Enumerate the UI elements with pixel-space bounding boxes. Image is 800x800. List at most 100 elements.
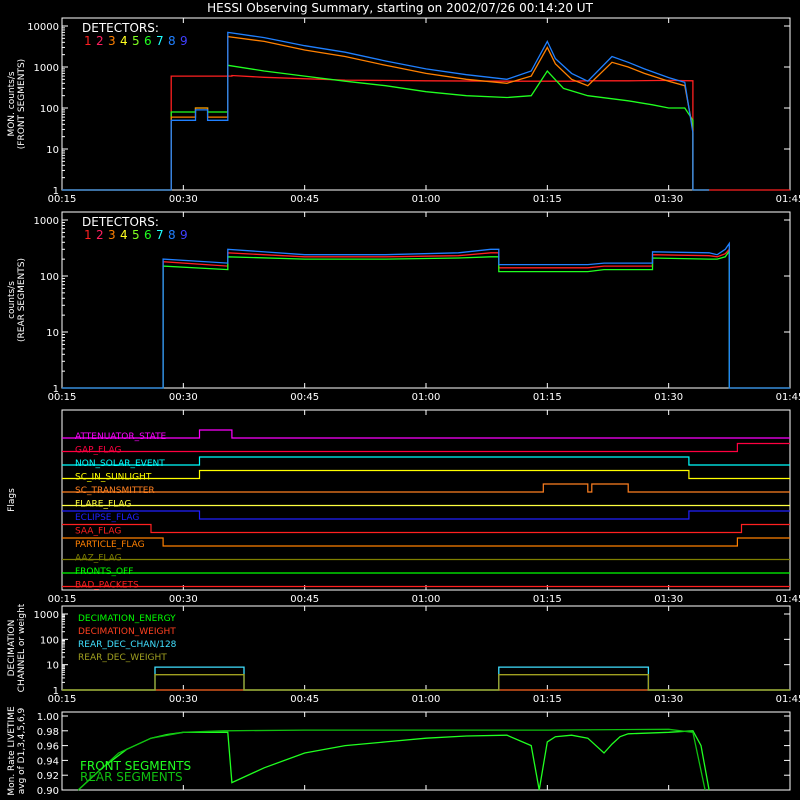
x-tick-label: 01:15 — [533, 194, 562, 205]
legend-entry-detector-7: 7 — [156, 34, 164, 48]
y-tick-label: 1000 — [34, 63, 59, 74]
series-line-6 — [62, 64, 710, 191]
legend-entry-detector-9: 9 — [180, 228, 188, 242]
hessi-summary-page: HESSI Observing Summary, starting on 200… — [0, 0, 800, 800]
x-tick-label: 01:15 — [533, 694, 562, 705]
x-tick-label: 01:00 — [412, 594, 441, 605]
y-axis-label: avg of D1,3,4,5,6,9 — [17, 707, 27, 794]
flag-line-sc-transmitter — [62, 483, 790, 493]
y-tick-label: 1 — [53, 686, 59, 697]
y-tick-label: 10 — [46, 328, 59, 339]
flag-label: GAP_FLAG — [75, 446, 121, 456]
flag-line-saa-flag — [62, 523, 790, 534]
x-tick-label: 01:30 — [654, 594, 683, 605]
legend-entry-rear-dec-weight: REAR_DEC_WEIGHT — [78, 653, 167, 663]
x-tick-label: 00:30 — [169, 594, 198, 605]
series-line-1 — [62, 247, 790, 389]
x-tick-label: 01:15 — [533, 594, 562, 605]
y-axis-label: counts/s — [7, 281, 17, 319]
y-axis-label: Mon. Rate LIVETIME — [7, 706, 17, 796]
flag-label: SAA_FLAG — [75, 527, 121, 537]
legend-entry-detector-5: 5 — [132, 228, 140, 242]
flag-label: BAD_PACKETS — [75, 581, 139, 591]
y-tick-label: 10 — [46, 661, 59, 672]
series-line-3 — [62, 35, 710, 191]
legend-entry-detector-9: 9 — [180, 34, 188, 48]
legend-entry-detector-1: 1 — [84, 34, 92, 48]
x-tick-label: 01:45 — [776, 392, 800, 403]
flag-label: ATTENUATOR_STATE — [75, 432, 167, 442]
flag-label: PARTICLE_FLAG — [75, 540, 145, 550]
x-tick-label: 01:00 — [412, 694, 441, 705]
x-tick-label: 01:00 — [412, 194, 441, 205]
x-tick-label: 01:15 — [533, 392, 562, 403]
legend-entry-detector-6: 6 — [144, 34, 152, 48]
x-tick-label: 01:45 — [776, 194, 800, 205]
flag-line-particle-flag — [62, 537, 790, 547]
y-axis-label: MON. counts/s — [7, 71, 17, 136]
flag-label: FRONTS_OFF — [75, 567, 133, 577]
x-tick-label: 00:45 — [290, 194, 319, 205]
flag-label: NON_SOLAR_EVENT — [75, 459, 165, 469]
flag-label: FLARE_FLAG — [75, 500, 131, 510]
x-tick-label: 00:30 — [169, 194, 198, 205]
chart-title: HESSI Observing Summary, starting on 200… — [207, 1, 593, 15]
y-axis-label: (REAR SEGMENTS) — [17, 258, 27, 342]
x-tick-label: 00:45 — [290, 392, 319, 403]
y-tick-label: 100 — [40, 104, 59, 115]
y-tick-label: 100 — [40, 635, 59, 646]
flag-label: SC_IN_SUNLIGHT — [75, 473, 152, 483]
flag-line-attenuator-state — [62, 429, 790, 439]
y-tick-label: 1 — [53, 384, 59, 395]
x-tick-label: 00:30 — [169, 392, 198, 403]
y-tick-label: 100 — [40, 272, 59, 283]
y-tick-label: 0.96 — [37, 742, 59, 753]
y-tick-label: 1 — [53, 186, 59, 197]
y-tick-label: 10000 — [27, 22, 59, 33]
legend-entry-detector-5: 5 — [132, 34, 140, 48]
y-tick-label: 0.90 — [37, 786, 59, 797]
legend-entry-detector-4: 4 — [120, 228, 128, 242]
y-tick-label: 1000 — [34, 216, 59, 227]
series-line-6 — [62, 248, 790, 389]
flag-label: SC_TRANSMITTER — [75, 486, 155, 496]
y-axis-label: Flags — [7, 488, 17, 512]
x-tick-label: 00:45 — [290, 694, 319, 705]
x-tick-label: 01:00 — [412, 392, 441, 403]
x-tick-label: 00:15 — [48, 594, 77, 605]
flag-line-gap-flag — [62, 442, 790, 453]
legend-entry-rear-segments: REAR SEGMENTS — [80, 770, 183, 784]
legend-entry-detector-4: 4 — [120, 34, 128, 48]
flag-line-non-solar-event — [62, 456, 790, 466]
y-axis-label: (FRONT SEGMENTS) — [17, 59, 27, 149]
series-line-8 — [62, 31, 710, 191]
x-tick-label: 01:45 — [776, 594, 800, 605]
x-tick-label: 00:45 — [290, 594, 319, 605]
x-tick-label: 00:30 — [169, 694, 198, 705]
flag-label: AAZ_FLAG — [75, 554, 122, 564]
y-axis-label: CHANNEL or weight — [17, 603, 27, 692]
y-tick-label: 1.00 — [37, 712, 59, 723]
x-tick-label: 01:30 — [654, 392, 683, 403]
x-tick-label: 01:45 — [776, 694, 800, 705]
y-tick-label: 0.94 — [37, 756, 59, 767]
legend-entry-detector-8: 8 — [168, 34, 176, 48]
x-tick-label: 01:30 — [654, 694, 683, 705]
legend-entry-detector-6: 6 — [144, 228, 152, 242]
legend-entry-detector-7: 7 — [156, 228, 164, 242]
legend-entry-decimation-energy: DECIMATION_ENERGY — [78, 614, 176, 624]
legend-entry-detector-2: 2 — [96, 34, 104, 48]
flag-line-eclipse-flag — [62, 510, 790, 520]
panel-frame-flags — [61, 409, 791, 591]
legend-entry-detector-1: 1 — [84, 228, 92, 242]
legend-title: DETECTORS: — [82, 21, 159, 35]
legend-entry-detector-3: 3 — [108, 34, 116, 48]
legend-entry-decimation-weight: DECIMATION_WEIGHT — [78, 627, 176, 637]
legend-entry-rear-dec-chan-128: REAR_DEC_CHAN/128 — [78, 640, 177, 650]
x-tick-label: 01:30 — [654, 194, 683, 205]
flag-line-sc-in-sunlight — [62, 469, 790, 480]
legend-entry-detector-2: 2 — [96, 228, 104, 242]
legend-entry-detector-3: 3 — [108, 228, 116, 242]
flag-label: ECLIPSE_FLAG — [75, 513, 139, 523]
y-tick-label: 1000 — [34, 610, 59, 621]
